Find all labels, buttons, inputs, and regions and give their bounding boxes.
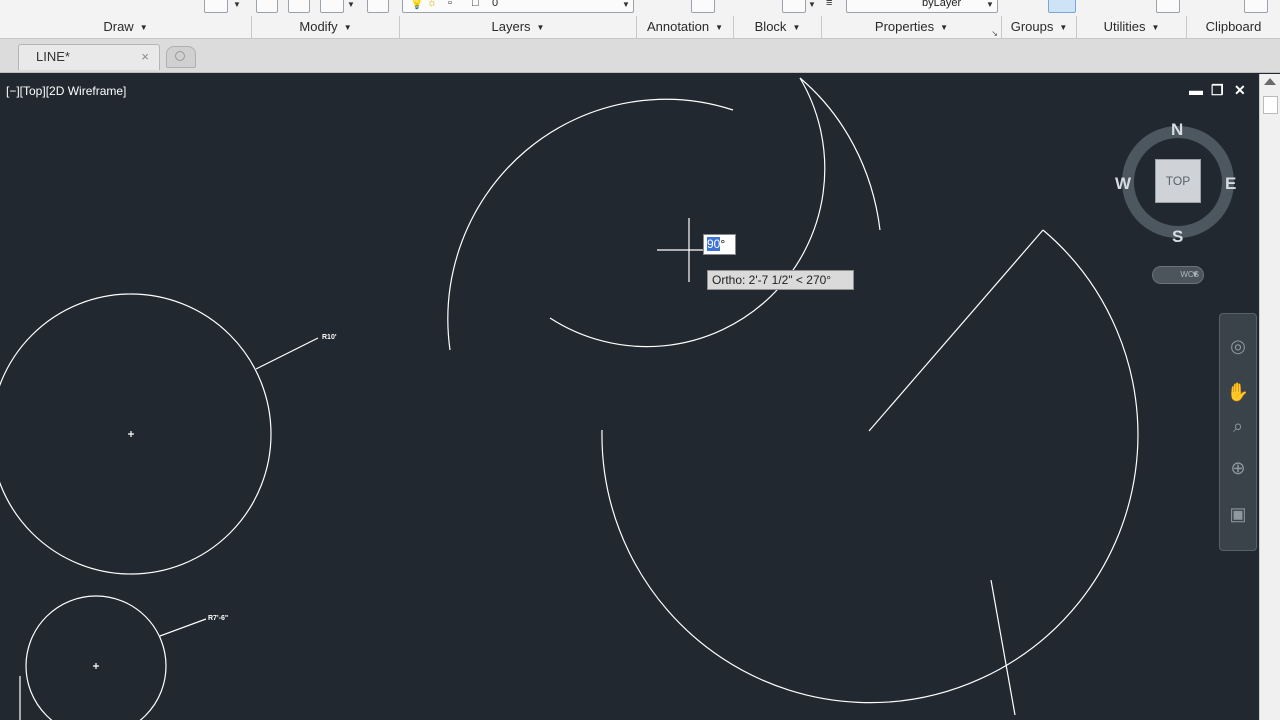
tab-line-drawing[interactable]: LINE* ×: [18, 44, 160, 70]
draw-panel-label: Draw: [103, 19, 134, 34]
radius-label-small: R7'-6": [208, 615, 229, 622]
arc-upper-right[interactable]: [549, 77, 826, 348]
chevron-down-icon: ▼: [715, 23, 724, 32]
leader-r1[interactable]: [255, 337, 319, 370]
viewcube[interactable]: TOP N S E W: [1110, 118, 1250, 258]
chevron-down-icon: ▼: [1059, 23, 1068, 32]
compass-north[interactable]: N: [1171, 120, 1183, 140]
center-mark-large: [128, 431, 134, 437]
chevron-down-icon: ▼: [792, 23, 801, 32]
navigation-bar: ◎ ✋ ⌕ ⊕ ▣: [1219, 313, 1257, 551]
vertical-scrollbar[interactable]: [1259, 74, 1280, 720]
zoom-icon[interactable]: ⌕: [1225, 416, 1251, 440]
array-icon[interactable]: [320, 0, 344, 13]
compass-south[interactable]: S: [1172, 227, 1183, 247]
properties-panel-label: Properties: [874, 19, 935, 34]
orbit-icon[interactable]: ⊕: [1225, 458, 1251, 482]
chevron-down-icon[interactable]: ▼: [986, 0, 994, 10]
angle-value[interactable]: 90: [707, 237, 721, 251]
utilities-panel-title[interactable]: Utilities ▼: [1076, 16, 1186, 38]
viewcube-top-face[interactable]: TOP: [1155, 159, 1201, 203]
line-radial[interactable]: [868, 229, 1044, 432]
sun-icon[interactable]: ☼: [427, 0, 437, 9]
pan-icon[interactable]: ✋: [1225, 382, 1251, 406]
layer-name: 0: [492, 0, 499, 9]
linetype-icon: ≡: [826, 0, 833, 9]
block-panel-title[interactable]: Block ▼: [733, 16, 821, 38]
degree-symbol: °: [720, 237, 726, 251]
stretch-icon[interactable]: [256, 0, 278, 13]
steering-wheel-icon[interactable]: ◎: [1225, 336, 1251, 360]
lock-icon[interactable]: ▫: [448, 0, 452, 9]
utilities-panel-label: Utilities: [1103, 19, 1146, 34]
leader-r2[interactable]: [159, 618, 207, 637]
plus-icon: [175, 51, 185, 61]
properties-panel-title[interactable]: Properties ▼ ↘: [821, 16, 1001, 38]
close-tab-icon[interactable]: ×: [141, 45, 149, 69]
line-lower-tick[interactable]: [990, 579, 1016, 716]
gradient-hatch-icon[interactable]: [204, 0, 228, 13]
annotation-panel-title[interactable]: Annotation ▼: [636, 16, 733, 38]
compass-east[interactable]: E: [1225, 174, 1236, 194]
chevron-down-icon: ▼: [536, 23, 545, 32]
calculator-icon[interactable]: [1156, 0, 1180, 13]
linetype-value: byLayer: [922, 0, 962, 9]
draw-panel-title[interactable]: Draw ▼: [0, 16, 251, 38]
ribbon-tools-row: ▼ ▼ 💡 ☼ ▫ □ 0 ▼ ▼ ≡ byLayer ▼: [0, 0, 1280, 16]
scroll-up-icon[interactable]: [1264, 78, 1276, 85]
layers-panel-label: Layers: [491, 19, 531, 34]
chevron-down-icon: ▼: [1191, 270, 1199, 279]
chevron-down-icon[interactable]: ▼: [347, 0, 355, 10]
groups-panel-title[interactable]: Groups ▼: [1001, 16, 1076, 38]
groups-panel-label: Groups: [1010, 19, 1054, 34]
center-mark-small: [93, 663, 99, 669]
modify-panel-label: Modify: [299, 19, 338, 34]
circle-large[interactable]: [0, 293, 272, 575]
paste-icon[interactable]: [1244, 0, 1268, 13]
arc-large[interactable]: [601, 229, 1139, 704]
ribbon: ▼ ▼ 💡 ☼ ▫ □ 0 ▼ ▼ ≡ byLayer ▼ Draw ▼ Modi…: [0, 0, 1280, 39]
clipboard-panel-label: Clipboard: [1205, 19, 1262, 34]
layers-panel-title[interactable]: Layers ▼: [399, 16, 636, 38]
ortho-tooltip: Ortho: 2'-7 1/2" < 270°: [707, 270, 854, 290]
showmotion-icon[interactable]: ▣: [1225, 504, 1251, 528]
ribbon-panel-titles: Draw ▼ Modify ▼ Layers ▼ Annotation ▼ Block ▼…: [0, 16, 1280, 38]
chevron-down-icon[interactable]: ▼: [808, 0, 816, 10]
modify-panel-title[interactable]: Modify ▼: [251, 16, 399, 38]
lightbulb-icon[interactable]: 💡: [410, 0, 424, 10]
chevron-down-icon: ▼: [343, 23, 352, 32]
chevron-down-icon[interactable]: ▼: [622, 0, 630, 10]
file-tab-bar: LINE* ×: [0, 39, 1280, 73]
chevron-down-icon: ▼: [1151, 23, 1160, 32]
arc-upper-left[interactable]: [447, 98, 734, 351]
new-tab-button[interactable]: [166, 46, 196, 68]
layer-color-swatch[interactable]: □: [472, 0, 479, 9]
offset-icon[interactable]: [367, 0, 389, 13]
annotation-panel-label: Annotation: [646, 19, 710, 34]
tab-label: LINE*: [36, 49, 70, 64]
table-icon[interactable]: [691, 0, 715, 13]
dynamic-input-angle[interactable]: 90°: [703, 234, 736, 255]
clipboard-panel-title[interactable]: Clipboard: [1186, 16, 1280, 38]
circle-small[interactable]: [25, 595, 167, 720]
radius-label-large: R10': [322, 334, 337, 341]
compass-west[interactable]: W: [1115, 174, 1131, 194]
block-panel-label: Block: [754, 19, 787, 34]
scale-icon[interactable]: [288, 0, 310, 13]
chevron-down-icon: ▼: [139, 23, 148, 32]
insert-block-icon[interactable]: [782, 0, 806, 13]
chevron-down-icon[interactable]: ▼: [233, 0, 241, 10]
drawing-canvas[interactable]: [0, 74, 1258, 720]
scroll-thumb[interactable]: [1263, 96, 1278, 114]
wcs-menu[interactable]: WCS ▼: [1152, 266, 1204, 284]
group-select-icon[interactable]: [1048, 0, 1076, 13]
chevron-down-icon: ▼: [940, 23, 949, 32]
